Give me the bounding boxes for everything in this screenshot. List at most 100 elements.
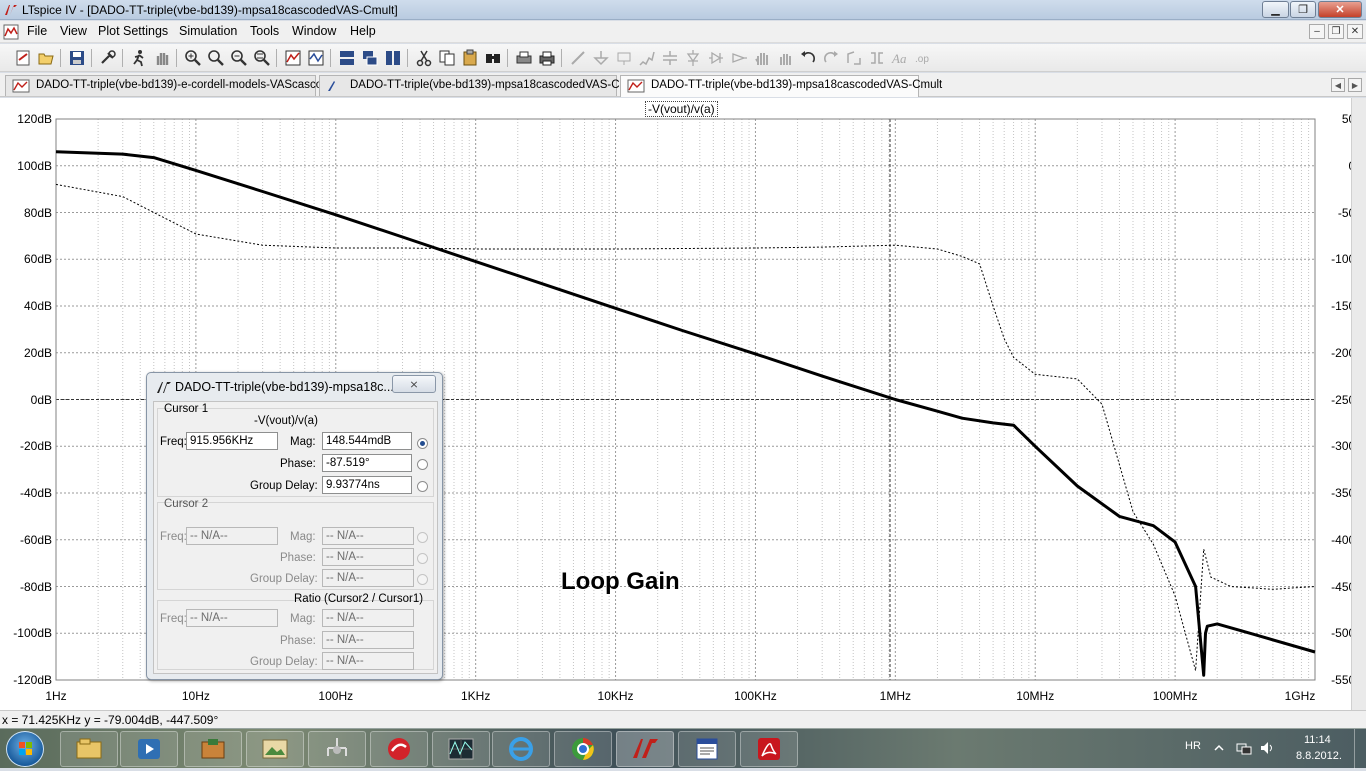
cut-icon[interactable] xyxy=(415,49,433,67)
run-icon[interactable] xyxy=(130,49,148,67)
cursor1-mag-radio[interactable] xyxy=(417,438,428,449)
taskbar-explorer[interactable] xyxy=(60,731,118,767)
taskbar-network[interactable] xyxy=(308,731,366,767)
paste-icon[interactable] xyxy=(461,49,479,67)
trace-label[interactable]: -V(vout)/v(a) xyxy=(645,101,718,117)
taskbar-photo-viewer[interactable] xyxy=(246,731,304,767)
tab-scroll-left-button[interactable]: ◀ xyxy=(1331,78,1345,92)
windows-taskbar: HR 11:14 8.8.2012. xyxy=(0,728,1366,769)
control-panel-icon[interactable] xyxy=(99,49,117,67)
copy-icon[interactable] xyxy=(438,49,456,67)
mdi-minimize-button[interactable]: – xyxy=(1309,24,1325,39)
close-window-button[interactable]: ✕ xyxy=(1318,1,1362,18)
y-tick-label: 80dB xyxy=(23,205,52,220)
clock-time[interactable]: 11:14 xyxy=(1304,734,1331,746)
save-icon[interactable] xyxy=(68,49,86,67)
label-icon[interactable] xyxy=(615,49,633,67)
media-player-icon xyxy=(138,739,160,759)
menu-plot-settings[interactable]: Plot Settings xyxy=(98,24,168,38)
y-tick-label: -60dB xyxy=(19,532,52,547)
cursor1-phase-radio[interactable] xyxy=(417,459,428,470)
menu-help[interactable]: Help xyxy=(350,24,376,38)
maximize-button[interactable]: ❐ xyxy=(1290,1,1316,18)
menu-view[interactable]: View xyxy=(60,24,87,38)
y-tick-label: -120dB xyxy=(13,673,52,687)
add-trace-icon[interactable] xyxy=(307,49,325,67)
drag-icon[interactable] xyxy=(776,49,794,67)
plot-annotation[interactable]: Loop Gain xyxy=(561,568,680,596)
undo-icon[interactable] xyxy=(799,49,817,67)
cursor1-mag-field[interactable]: 148.544mdB xyxy=(322,432,412,450)
taskbar-oscilloscope[interactable] xyxy=(432,731,490,767)
cursor1-freq-field[interactable]: 915.956KHz xyxy=(186,432,278,450)
minimize-button[interactable]: ▁ xyxy=(1262,1,1289,18)
taskbar-ltspice[interactable] xyxy=(616,731,674,767)
spice-directive-icon[interactable]: .op xyxy=(914,49,932,67)
menu-file[interactable]: File xyxy=(27,24,47,38)
resistor-icon[interactable] xyxy=(638,49,656,67)
y-tick-label: 20dB xyxy=(23,345,52,360)
autorange-icon[interactable] xyxy=(284,49,302,67)
taskbar-chrome[interactable] xyxy=(554,731,612,767)
new-schematic-icon[interactable] xyxy=(14,49,32,67)
taskbar-pdf-reader[interactable] xyxy=(740,731,798,767)
zoom-out-icon[interactable] xyxy=(230,49,248,67)
dialog-title: DADO-TT-triple(vbe-bd139)-mpsa18c... xyxy=(175,380,394,394)
cursor1-group-delay-radio[interactable] xyxy=(417,481,428,492)
network-status-icon[interactable] xyxy=(1236,741,1252,755)
print-preview-icon[interactable] xyxy=(515,49,533,67)
mdi-close-button[interactable]: ✕ xyxy=(1347,24,1363,39)
component-icon[interactable] xyxy=(730,49,748,67)
tab-schematic-cmult[interactable]: DADO-TT-triple(vbe-bd139)-mpsa18cascoded… xyxy=(319,75,641,96)
show-hidden-icons-icon[interactable] xyxy=(1214,743,1224,753)
capacitor-icon[interactable] xyxy=(661,49,679,67)
diode-icon[interactable] xyxy=(707,49,725,67)
taskbar-media-player[interactable] xyxy=(120,731,178,767)
zoom-fit-icon[interactable] xyxy=(253,49,271,67)
inductor-icon[interactable] xyxy=(684,49,702,67)
halt-icon[interactable] xyxy=(153,49,171,67)
tab-waveform-cordell[interactable]: DADO-TT-triple(vbe-bd139)-e-cordell-mode… xyxy=(5,75,341,96)
ground-icon[interactable] xyxy=(592,49,610,67)
tile-vertical-icon[interactable] xyxy=(384,49,402,67)
internet-explorer-icon xyxy=(509,737,533,761)
rotate-icon[interactable] xyxy=(845,49,863,67)
tile-horizontal-icon[interactable] xyxy=(338,49,356,67)
zoom-in-icon[interactable] xyxy=(184,49,202,67)
language-indicator[interactable]: HR xyxy=(1185,740,1201,752)
wire-icon[interactable] xyxy=(569,49,587,67)
menu-tools[interactable]: Tools xyxy=(250,24,279,38)
mirror-icon[interactable] xyxy=(868,49,886,67)
taskbar-wordpad[interactable] xyxy=(678,731,736,767)
oscilloscope-icon xyxy=(448,738,474,760)
plot-scrollbar[interactable] xyxy=(1351,98,1366,710)
cursor1-phase-field[interactable]: -87.519° xyxy=(322,454,412,472)
text-icon[interactable]: Aa xyxy=(891,49,909,67)
tab-scroll-right-button[interactable]: ▶ xyxy=(1348,78,1362,92)
menu-window[interactable]: Window xyxy=(292,24,336,38)
taskbar-internet-explorer[interactable] xyxy=(492,731,550,767)
zoom-box-icon[interactable] xyxy=(207,49,225,67)
clock-date[interactable]: 8.8.2012. xyxy=(1296,750,1342,762)
taskbar-package[interactable] xyxy=(184,731,242,767)
ltspice-logo-icon xyxy=(157,382,171,393)
tab-waveform-cmult[interactable]: DADO-TT-triple(vbe-bd139)-mpsa18cascoded… xyxy=(620,75,942,97)
waveform-icon xyxy=(12,79,30,93)
menu-simulation[interactable]: Simulation xyxy=(179,24,237,38)
cursor1-group-delay-field[interactable]: 9.93774ns xyxy=(322,476,412,494)
redo-icon[interactable] xyxy=(822,49,840,67)
dialog-close-button[interactable]: ⨯ xyxy=(392,375,436,393)
find-icon[interactable] xyxy=(484,49,502,67)
show-desktop-button[interactable] xyxy=(1354,729,1366,769)
tab-label: DADO-TT-triple(vbe-bd139)-mpsa18cascoded… xyxy=(350,79,642,91)
volume-icon[interactable] xyxy=(1260,741,1276,755)
print-icon[interactable] xyxy=(538,49,556,67)
start-button[interactable] xyxy=(6,731,44,767)
ratio-phase-label: Phase: xyxy=(280,635,316,647)
open-icon[interactable] xyxy=(37,49,55,67)
cursor-readout-dialog[interactable]: DADO-TT-triple(vbe-bd139)-mpsa18c... ⨯ C… xyxy=(146,372,443,680)
move-icon[interactable] xyxy=(753,49,771,67)
taskbar-antivirus[interactable] xyxy=(370,731,428,767)
mdi-restore-button[interactable]: ❐ xyxy=(1328,24,1344,39)
cascade-icon[interactable] xyxy=(361,49,379,67)
